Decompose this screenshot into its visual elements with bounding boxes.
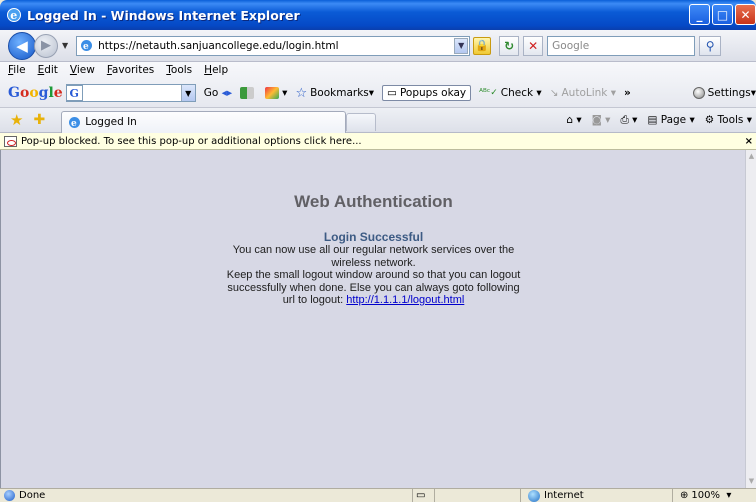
- google-logo: Google: [8, 85, 63, 101]
- url-text[interactable]: https://netauth.sanjuancollege.edu/login…: [98, 40, 454, 52]
- page-menu[interactable]: ▤ Page ▾: [647, 114, 694, 126]
- vertical-scrollbar[interactable]: ▲ ▼: [745, 150, 756, 488]
- google-g-icon: G: [65, 85, 83, 101]
- tab-ie-icon: e: [69, 116, 81, 129]
- maximize-button[interactable]: □: [712, 4, 733, 25]
- status-icon: [4, 490, 15, 501]
- security-zone[interactable]: Internet: [528, 489, 584, 502]
- message-line-4: successfully when done. Else you can alw…: [227, 281, 520, 294]
- pagerank-icon[interactable]: [240, 87, 257, 99]
- home-icon[interactable]: ⌂ ▾: [566, 114, 581, 126]
- globe-icon: [528, 489, 540, 502]
- login-success-text: Login Successful: [323, 230, 424, 244]
- favorites-star-icon[interactable]: ★: [10, 111, 23, 129]
- popups-button[interactable]: ▭ Popups okay: [382, 85, 472, 101]
- spellcheck-button[interactable]: ᴬᴮᶜ✓ Check ▾: [479, 87, 542, 99]
- forward-button[interactable]: ▶: [34, 33, 58, 58]
- tools-menu[interactable]: ⚙ Tools ▾: [705, 114, 752, 126]
- feeds-icon[interactable]: ◙ ▾: [592, 114, 611, 126]
- history-dropdown-icon[interactable]: ▼: [62, 41, 68, 50]
- status-divider: [434, 489, 435, 502]
- status-bar: Done ▭ Internet ⊕ 100% ▾: [0, 488, 756, 502]
- infobar-close-icon[interactable]: ×: [745, 136, 753, 147]
- address-bar[interactable]: e https://netauth.sanjuancollege.edu/log…: [76, 35, 471, 56]
- message-line-1: You can now use all our regular network …: [232, 244, 515, 256]
- logout-link[interactable]: http://1.1.1.1/logout.html: [346, 294, 464, 306]
- menu-view[interactable]: View: [70, 64, 95, 76]
- page-content: Web Authentication Login Successful You …: [0, 150, 745, 488]
- popup-blocked-infobar[interactable]: Pop-up blocked. To see this pop-up or ad…: [0, 133, 756, 150]
- refresh-button[interactable]: ↻: [499, 35, 520, 56]
- url-dropdown-icon[interactable]: ▼: [454, 37, 469, 54]
- search-icon[interactable]: ⚲: [699, 35, 722, 56]
- gmail-icon[interactable]: ▾: [265, 87, 287, 99]
- autolink-button[interactable]: ↘ AutoLink ▾: [550, 87, 616, 99]
- svg-text:e: e: [10, 9, 17, 22]
- settings-icon: [692, 87, 705, 99]
- lock-icon[interactable]: 🔒: [473, 36, 492, 55]
- google-toolbar: Google G ▼ Go ◂▸ ▾ ☆ Bookmarks ▾ ▭ Popups o…: [0, 80, 756, 106]
- message-line-3: Keep the small logout window around so t…: [226, 269, 521, 281]
- tab-label: Logged In: [85, 116, 137, 128]
- status-divider: [672, 489, 673, 502]
- page-heading: Web Authentication: [294, 192, 453, 211]
- zoom-control[interactable]: ⊕ 100% ▾: [680, 490, 731, 501]
- menu-file[interactable]: File: [8, 64, 26, 76]
- settings-button[interactable]: Settings ▾: [692, 87, 756, 99]
- popup-blocked-icon: [4, 135, 17, 147]
- status-text: Done: [19, 490, 46, 501]
- menu-tools[interactable]: Tools: [166, 64, 192, 76]
- ie-icon: e: [7, 8, 21, 22]
- stop-button[interactable]: ✕: [523, 35, 544, 56]
- svg-text:e: e: [83, 42, 89, 52]
- new-tab-button[interactable]: [346, 112, 377, 131]
- infobar-text: Pop-up blocked. To see this pop-up or ad…: [21, 135, 362, 147]
- bookmarks-button[interactable]: ☆ Bookmarks ▾: [295, 86, 374, 101]
- google-dropdown-icon[interactable]: ▼: [180, 85, 195, 101]
- menu-edit[interactable]: Edit: [38, 64, 58, 76]
- back-button[interactable]: ◀: [8, 31, 36, 60]
- title-bar: e Logged In - Windows Internet Explorer …: [0, 0, 756, 30]
- command-bar: ⌂ ▾ ◙ ▾ ⎙ ▾ ▤ Page ▾ ⚙ Tools ▾: [566, 114, 752, 127]
- status-popup-icon: ▭: [416, 490, 426, 501]
- svg-text:e: e: [71, 119, 77, 129]
- scroll-down-icon[interactable]: ▼: [747, 477, 756, 486]
- more-button[interactable]: »: [624, 87, 631, 99]
- message-line-5: url to logout: http://1.1.1.1/logout.htm…: [282, 294, 465, 306]
- go-button[interactable]: Go ◂▸: [204, 87, 232, 99]
- menu-help[interactable]: Help: [204, 64, 228, 76]
- address-row: ◀ ▶ ▼ e https://netauth.sanjuancollege.e…: [0, 30, 756, 62]
- page-icon: e: [81, 40, 93, 52]
- status-divider: [520, 489, 521, 502]
- message-line-2: wireless network.: [331, 256, 416, 269]
- add-favorites-icon[interactable]: ✚: [33, 112, 45, 128]
- message-text: You can now use all our regular network …: [1, 244, 746, 307]
- status-divider: [412, 489, 413, 502]
- close-button[interactable]: ✕: [735, 4, 756, 25]
- google-search-input[interactable]: G ▼: [65, 84, 196, 102]
- window-title: Logged In - Windows Internet Explorer: [27, 7, 300, 23]
- scroll-up-icon[interactable]: ▲: [747, 152, 756, 161]
- window-controls: _ □ ✕: [689, 4, 756, 25]
- search-placeholder: Google: [552, 39, 590, 52]
- tab-row: ★ ✚ e Logged In ⌂ ▾ ◙ ▾ ⎙ ▾ ▤ Page ▾ ⚙ T…: [0, 108, 756, 133]
- tab-logged-in[interactable]: e Logged In: [61, 110, 347, 133]
- menu-favorites[interactable]: Favorites: [107, 64, 154, 76]
- menu-bar: File Edit View Favorites Tools Help Goog…: [0, 62, 756, 108]
- minimize-button[interactable]: _: [689, 4, 710, 25]
- print-icon[interactable]: ⎙ ▾: [620, 114, 637, 127]
- search-input[interactable]: Google: [547, 35, 696, 56]
